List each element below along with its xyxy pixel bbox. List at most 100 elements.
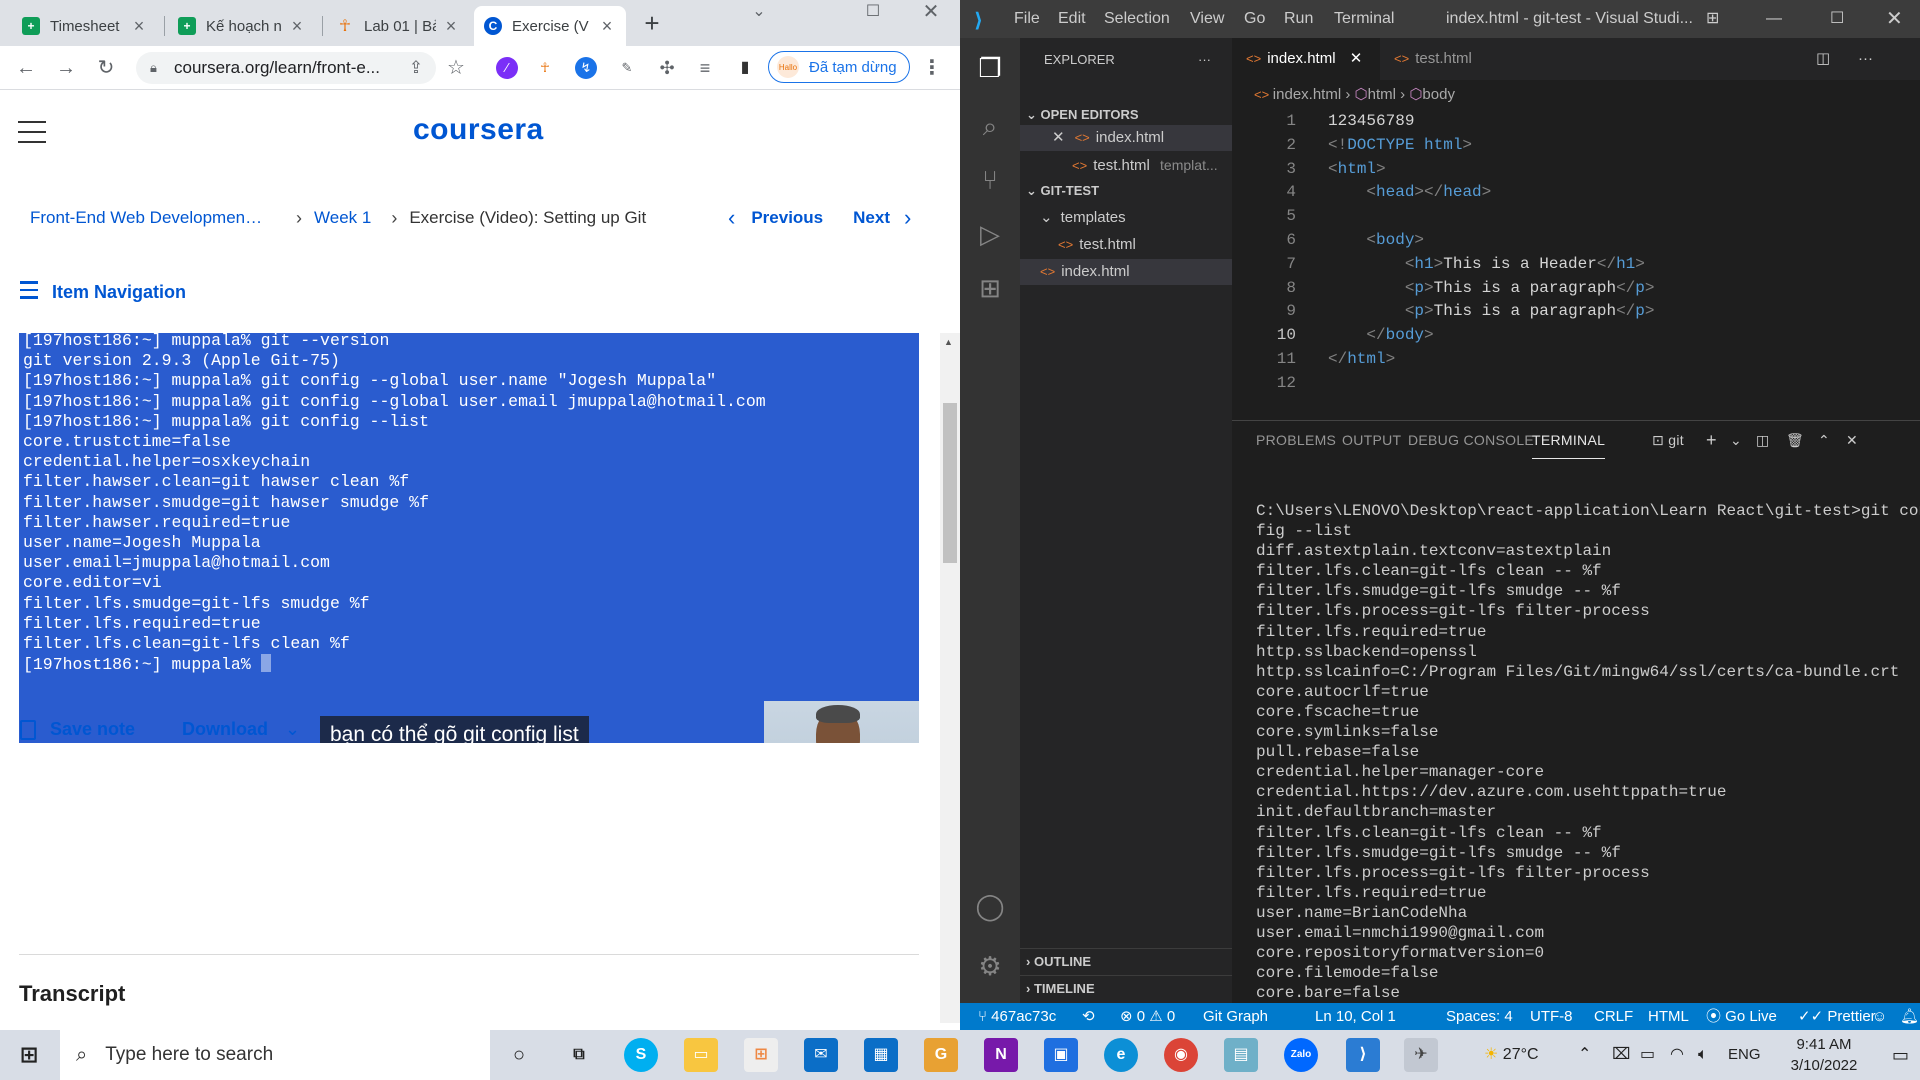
- tray-devices-icon[interactable]: ⌧: [1612, 1030, 1630, 1080]
- more-actions-icon[interactable]: ···: [1198, 47, 1211, 73]
- code-line[interactable]: 2 <!DOCTYPE html>: [1232, 134, 1892, 158]
- menu-go[interactable]: Go: [1244, 0, 1265, 38]
- chrome-icon[interactable]: ◉: [1164, 1038, 1198, 1072]
- search-icon[interactable]: ⌕: [974, 110, 1006, 142]
- close-tab-icon[interactable]: ×: [130, 16, 148, 37]
- new-tab-button[interactable]: +: [640, 10, 664, 36]
- explorer-icon[interactable]: ❐: [974, 52, 1006, 84]
- close-tab-icon[interactable]: ✕: [1350, 50, 1363, 67]
- open-editor-test[interactable]: <> test.html templat...: [1020, 152, 1232, 178]
- layout-icon[interactable]: ⊞: [1706, 0, 1719, 38]
- battery-icon[interactable]: ▭: [1640, 1030, 1655, 1080]
- bookmark-star-icon[interactable]: ☆: [444, 56, 468, 80]
- tab-index-html[interactable]: <> index.html ✕: [1232, 38, 1380, 80]
- profile-paused-button[interactable]: Hallo Đã tạm dừng: [768, 51, 910, 83]
- split-terminal-icon[interactable]: ◫: [1756, 421, 1770, 459]
- notepad-icon[interactable]: ▤: [1224, 1038, 1258, 1072]
- open-editor-index[interactable]: ✕ <> index.html: [1020, 125, 1232, 151]
- scrollbar-thumb[interactable]: [943, 403, 957, 563]
- menu-edit[interactable]: Edit: [1058, 0, 1086, 38]
- tools-app-icon[interactable]: ✈: [1404, 1038, 1438, 1072]
- extensions-icon[interactable]: ⊞: [974, 272, 1006, 304]
- office-app-icon[interactable]: G: [924, 1038, 958, 1072]
- split-editor-icon[interactable]: ◫: [1802, 38, 1844, 80]
- video-player[interactable]: [197host186:~] muppala% git --version gi…: [19, 333, 919, 743]
- tree-folder-templates[interactable]: ⌄ templates: [1020, 205, 1232, 231]
- input-language[interactable]: ENG: [1728, 1030, 1761, 1080]
- tab-search-icon[interactable]: ⌄: [736, 0, 782, 32]
- edge-icon[interactable]: e: [1104, 1038, 1138, 1072]
- branch-indicator[interactable]: ⑂ 467ac73c: [978, 1003, 1056, 1030]
- next-button[interactable]: Next: [853, 208, 890, 228]
- tab-output[interactable]: OUTPUT: [1342, 421, 1401, 459]
- trash-icon[interactable]: 🗑︎: [1786, 421, 1804, 459]
- browser-tab-lab01[interactable]: ☥ Lab 01 | Bả ×: [326, 6, 470, 46]
- close-window-icon[interactable]: ✕: [1886, 0, 1903, 38]
- run-debug-icon[interactable]: ▷: [974, 218, 1006, 250]
- minimize-icon[interactable]: —: [1766, 0, 1782, 38]
- back-icon[interactable]: ←: [14, 56, 38, 80]
- reload-icon[interactable]: ↻: [94, 56, 118, 80]
- breadcrumb-html[interactable]: html: [1368, 86, 1396, 103]
- close-panel-icon[interactable]: ✕: [1846, 421, 1858, 459]
- code-line[interactable]: 8 <p>This is a paragraph</p>: [1232, 277, 1892, 301]
- tray-chevron-up-icon[interactable]: ⌃: [1578, 1030, 1591, 1080]
- forward-icon[interactable]: →: [54, 56, 78, 80]
- page-scrollbar[interactable]: ▲: [940, 333, 960, 1023]
- code-line[interactable]: 3 <html>: [1232, 158, 1892, 182]
- account-icon[interactable]: ◯: [974, 890, 1006, 922]
- hamburger-menu-icon[interactable]: [18, 121, 46, 143]
- share-icon[interactable]: ⇪: [404, 56, 428, 80]
- tab-terminal[interactable]: TERMINAL: [1532, 421, 1606, 459]
- cortana-icon[interactable]: ○: [502, 1038, 536, 1072]
- windows-start-icon[interactable]: ⊞: [12, 1038, 46, 1072]
- tree-file-index[interactable]: <> index.html: [1020, 259, 1232, 285]
- calendar-icon[interactable]: ▦: [864, 1038, 898, 1072]
- browser-tab-ke-hoach[interactable]: + Kế hoạch n ×: [168, 6, 316, 46]
- address-bar[interactable]: 🔒︎ coursera.org/learn/front-e...: [136, 52, 436, 84]
- notification-center-icon[interactable]: ▭: [1892, 1030, 1909, 1080]
- zalo-icon[interactable]: Zalo: [1284, 1038, 1318, 1072]
- language-mode[interactable]: HTML: [1648, 1003, 1689, 1030]
- side-panel-icon[interactable]: ▮: [734, 57, 756, 79]
- line-endings[interactable]: CRLF: [1594, 1003, 1633, 1030]
- save-note-button[interactable]: Save note: [20, 719, 135, 740]
- prettier-button[interactable]: ✓✓ Prettier: [1798, 1003, 1876, 1030]
- folder-section-git-test[interactable]: ⌄ GIT-TEST: [1020, 178, 1232, 204]
- terminal-output[interactable]: C:\Users\LENOVO\Desktop\react-applicatio…: [1256, 501, 1920, 1003]
- close-tab-icon[interactable]: ×: [598, 16, 616, 37]
- close-tab-icon[interactable]: ×: [442, 16, 460, 37]
- encoding[interactable]: UTF-8: [1530, 1003, 1573, 1030]
- item-navigation-toggle[interactable]: Item Navigation: [20, 281, 186, 304]
- menu-file[interactable]: File: [1014, 0, 1040, 38]
- code-line[interactable]: 1 123456789: [1232, 110, 1892, 134]
- download-button[interactable]: Download ⌄: [182, 719, 300, 740]
- terminal-selector[interactable]: ⊡ git: [1652, 421, 1684, 459]
- app-bag-icon[interactable]: ▣: [1044, 1038, 1078, 1072]
- maximize-icon[interactable]: ☐: [850, 0, 896, 32]
- extension-blue-icon[interactable]: ↯: [575, 57, 597, 79]
- extension-person-icon[interactable]: ☥: [534, 57, 556, 79]
- clock[interactable]: 9:41 AM 3/10/2022: [1776, 1030, 1872, 1080]
- code-line[interactable]: 5: [1232, 205, 1892, 229]
- extensions-puzzle-icon[interactable]: ✣: [656, 57, 678, 79]
- feedback-icon[interactable]: ☺: [1872, 1003, 1887, 1030]
- tab-debug-console[interactable]: DEBUG CONSOLE: [1408, 421, 1534, 459]
- breadcrumb-file[interactable]: index.html: [1273, 86, 1341, 103]
- code-lines[interactable]: 1 123456789 2 <!DOCTYPE html> 3 <html> 4 <head…: [1232, 110, 1892, 396]
- code-line[interactable]: 9 <p>This is a paragraph</p>: [1232, 300, 1892, 324]
- code-line[interactable]: 6 <body>: [1232, 229, 1892, 253]
- previous-button[interactable]: Previous: [751, 208, 823, 228]
- eyedropper-icon[interactable]: ✎: [616, 57, 638, 79]
- taskbar-search-box[interactable]: ⌕ Type here to search: [60, 1030, 490, 1080]
- volume-icon[interactable]: 🔈︎: [1698, 1030, 1708, 1080]
- onenote-icon[interactable]: N: [984, 1038, 1018, 1072]
- git-graph-button[interactable]: Git Graph: [1203, 1003, 1268, 1030]
- file-explorer-icon[interactable]: ▭: [684, 1038, 718, 1072]
- tree-file-test[interactable]: <> test.html: [1020, 232, 1232, 258]
- sync-icon[interactable]: ⟲: [1082, 1003, 1095, 1030]
- maximize-icon[interactable]: ☐: [1830, 0, 1844, 38]
- menu-terminal[interactable]: Terminal: [1334, 0, 1394, 38]
- tab-problems[interactable]: PROBLEMS: [1256, 421, 1336, 459]
- code-line[interactable]: 10 </body>: [1232, 324, 1892, 348]
